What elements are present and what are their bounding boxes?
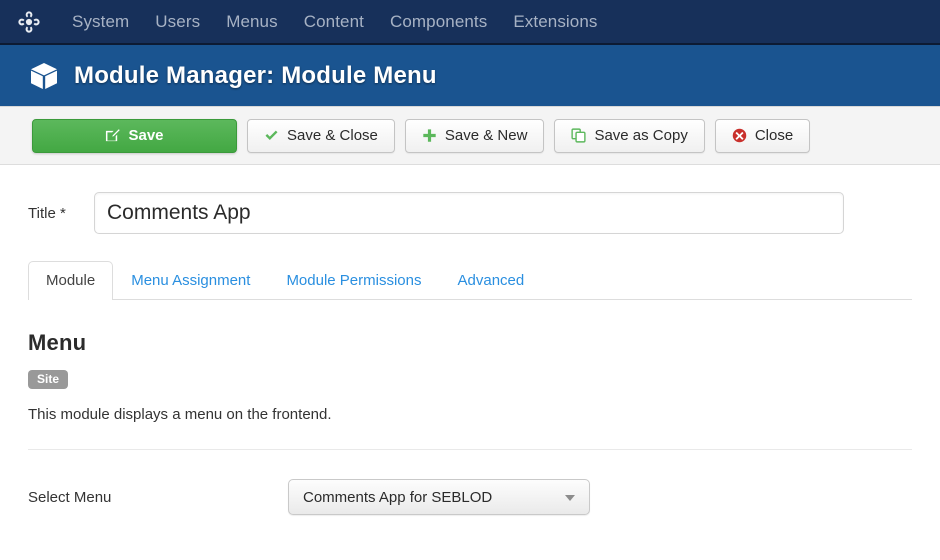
close-button-label: Close — [754, 127, 794, 144]
save-and-close-button[interactable]: Save & Close — [247, 118, 395, 153]
module-panel: Menu Site This module displays a menu on… — [28, 300, 912, 515]
edit-square-icon — [105, 128, 121, 143]
close-circle-icon — [732, 128, 747, 143]
section-divider — [28, 449, 912, 450]
tab-bar: Module Menu Assignment Module Permission… — [28, 261, 912, 300]
nav-item-components[interactable]: Components — [377, 0, 500, 44]
page-title: Module Manager: Module Menu — [74, 61, 437, 89]
select-menu-value: Comments App for SEBLOD — [303, 488, 493, 506]
select-menu-dropdown[interactable]: Comments App for SEBLOD — [288, 479, 590, 515]
close-button[interactable]: Close — [714, 118, 811, 153]
select-menu-label: Select Menu — [28, 488, 112, 506]
content-area: Title * Module Menu Assignment Module Pe… — [0, 165, 940, 515]
save-button[interactable]: Save — [32, 118, 237, 153]
nav-item-users[interactable]: Users — [142, 0, 213, 44]
save-as-copy-label: Save as Copy — [594, 127, 688, 144]
save-and-new-label: Save & New — [444, 127, 528, 144]
save-button-label: Save — [128, 127, 164, 144]
title-field-row: Title * — [28, 165, 912, 234]
top-navigation-bar: System Users Menus Content Components Ex… — [0, 0, 940, 45]
chevron-down-icon — [565, 495, 575, 501]
module-heading: Menu — [28, 330, 87, 355]
save-and-close-label: Save & Close — [287, 127, 378, 144]
tab-module[interactable]: Module — [28, 261, 114, 300]
save-and-new-button[interactable]: Save & New — [404, 118, 545, 153]
nav-item-menus[interactable]: Menus — [213, 0, 291, 44]
tab-module-permissions[interactable]: Module Permissions — [268, 261, 439, 299]
nav-item-extensions[interactable]: Extensions — [500, 0, 610, 44]
copy-icon — [571, 128, 587, 143]
tab-menu-assignment[interactable]: Menu Assignment — [113, 261, 268, 299]
title-input[interactable] — [94, 192, 844, 234]
nav-item-system[interactable]: System — [59, 0, 142, 44]
plus-icon — [422, 128, 437, 143]
select-menu-row: Select Menu Comments App for SEBLOD — [28, 479, 912, 515]
tab-advanced[interactable]: Advanced — [440, 261, 543, 299]
nav-item-content[interactable]: Content — [291, 0, 377, 44]
save-as-copy-button[interactable]: Save as Copy — [554, 118, 705, 153]
toolbar: Save Save & Close Save & New Save as Cop… — [0, 107, 940, 165]
module-description: This module displays a menu on the front… — [28, 406, 332, 423]
title-field-label: Title * — [28, 204, 66, 222]
check-icon — [264, 128, 279, 143]
page-header: Module Manager: Module Menu — [0, 45, 940, 107]
status-badge: Site — [28, 370, 69, 389]
cube-icon — [28, 60, 60, 92]
joomla-logo-icon[interactable] — [17, 10, 41, 34]
